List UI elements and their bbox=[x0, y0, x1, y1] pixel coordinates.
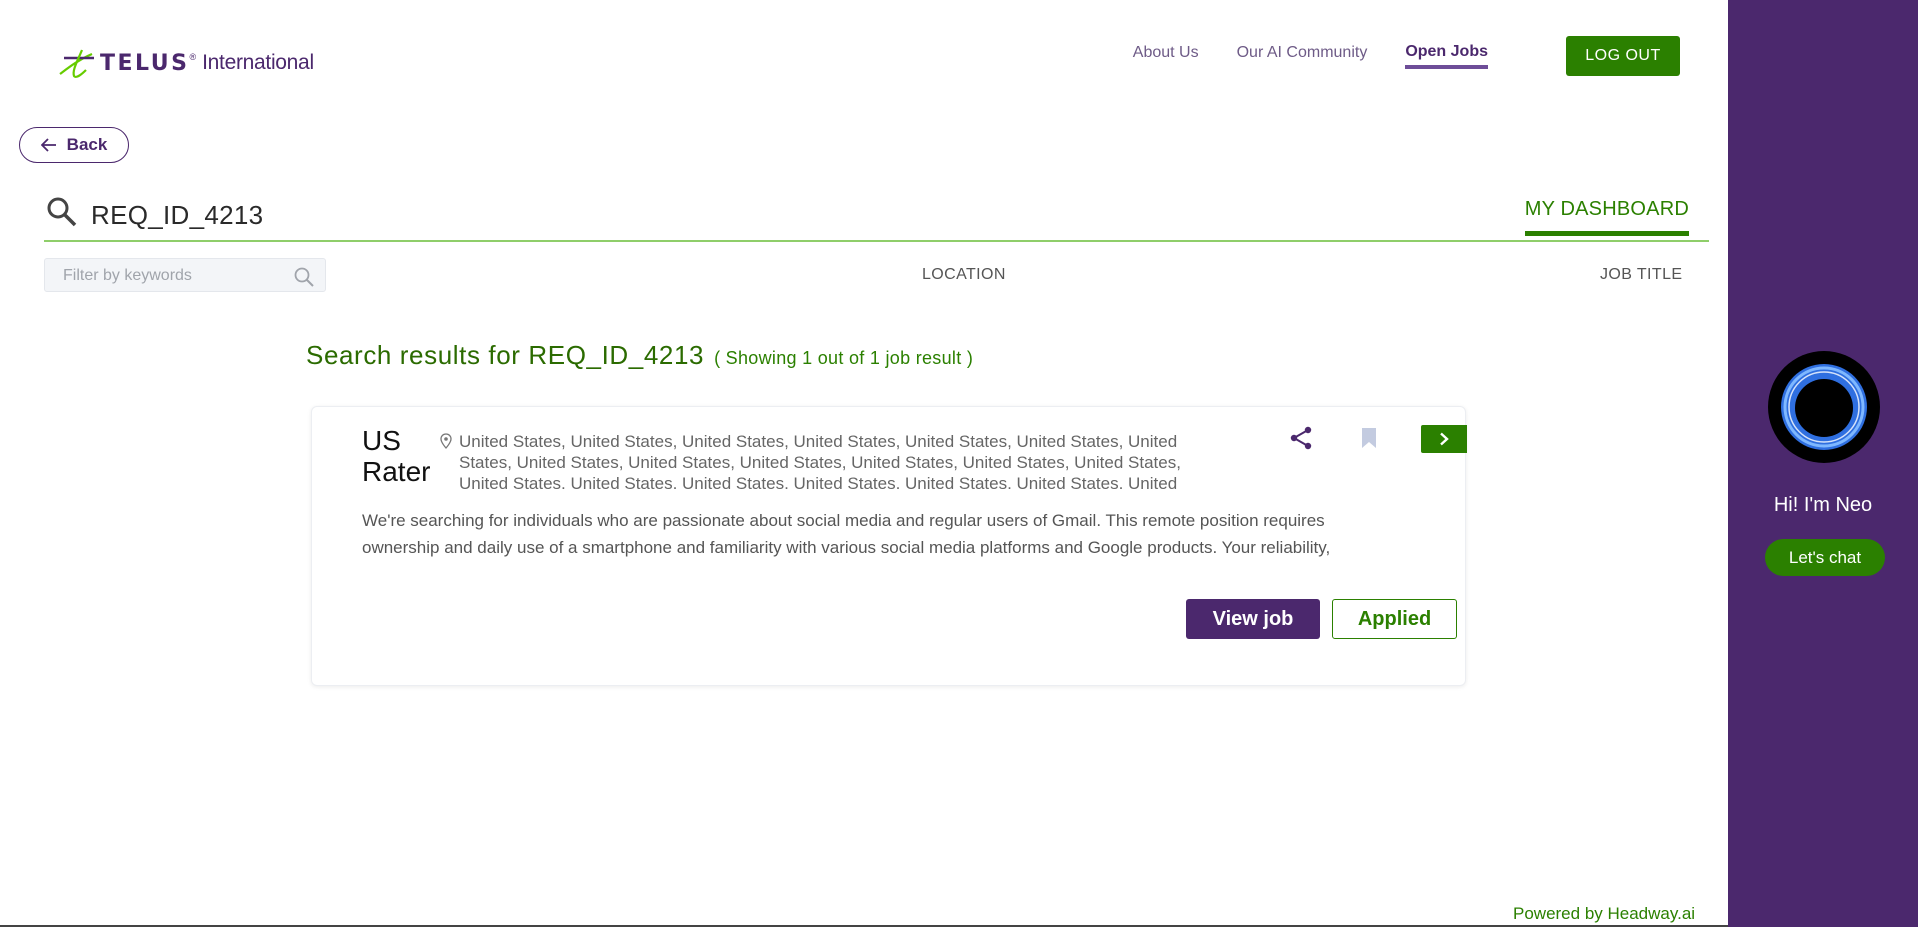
view-job-button[interactable]: View job bbox=[1186, 599, 1320, 639]
chat-sidebar: Hi! I'm Neo Let's chat bbox=[1728, 0, 1918, 927]
search-icon[interactable] bbox=[293, 266, 315, 288]
open-job-arrow-button[interactable] bbox=[1421, 425, 1467, 453]
telus-logo-mark-icon bbox=[59, 49, 94, 78]
my-dashboard-tab[interactable]: MY DASHBOARD bbox=[1524, 198, 1689, 236]
results-title: Search results for REQ_ID_4213 bbox=[306, 340, 705, 370]
arrow-left-icon bbox=[40, 138, 56, 152]
job-search-bar: REQ_ID_4213 MY DASHBOARD bbox=[44, 190, 1709, 242]
nav-ai-community[interactable]: Our AI Community bbox=[1237, 44, 1368, 62]
job-locations: United States, United States, United Sta… bbox=[459, 432, 1181, 489]
brand-name: TELUS bbox=[100, 50, 190, 76]
neo-avatar-icon[interactable] bbox=[1768, 351, 1880, 463]
location-filter[interactable]: LOCATION bbox=[922, 266, 1006, 284]
job-description: We're searching for individuals who are … bbox=[362, 511, 1331, 557]
location-pin-icon bbox=[440, 433, 452, 449]
results-heading: Search results for REQ_ID_4213 ( Showing… bbox=[306, 340, 973, 371]
nav-open-jobs[interactable]: Open Jobs bbox=[1405, 43, 1488, 69]
logout-button[interactable]: LOG OUT bbox=[1566, 36, 1680, 76]
brand-suffix: International bbox=[202, 51, 314, 74]
lets-chat-button[interactable]: Let's chat bbox=[1765, 539, 1885, 576]
top-nav: About Us Our AI Community Open Jobs bbox=[1095, 37, 1488, 69]
back-button[interactable]: Back bbox=[19, 127, 129, 163]
powered-by-link[interactable]: Powered by Headway.ai bbox=[1513, 904, 1695, 924]
brand-registered-mark: ® bbox=[189, 52, 197, 62]
share-icon[interactable] bbox=[1289, 425, 1313, 451]
chevron-right-icon bbox=[1440, 432, 1449, 446]
search-query[interactable]: REQ_ID_4213 bbox=[91, 200, 263, 231]
keyword-filter-input[interactable] bbox=[45, 259, 295, 293]
keyword-filter bbox=[44, 258, 326, 293]
neo-greeting: Hi! I'm Neo bbox=[1773, 494, 1873, 516]
applied-button[interactable]: Applied bbox=[1332, 599, 1457, 639]
nav-about-us[interactable]: About Us bbox=[1133, 44, 1199, 62]
bookmark-icon[interactable] bbox=[1361, 427, 1377, 449]
main-area: TELUS ® International About Us Our AI Co… bbox=[0, 0, 1728, 927]
results-count: ( Showing 1 out of 1 job result ) bbox=[714, 348, 974, 368]
back-button-label: Back bbox=[66, 135, 108, 154]
job-title-filter[interactable]: JOB TITLE bbox=[1600, 266, 1682, 284]
search-icon[interactable] bbox=[46, 196, 78, 228]
telus-international-logo[interactable]: TELUS ® International bbox=[58, 46, 314, 80]
job-title[interactable]: US Rater bbox=[362, 425, 442, 487]
job-card: US Rater United States, United States, U… bbox=[311, 406, 1467, 686]
